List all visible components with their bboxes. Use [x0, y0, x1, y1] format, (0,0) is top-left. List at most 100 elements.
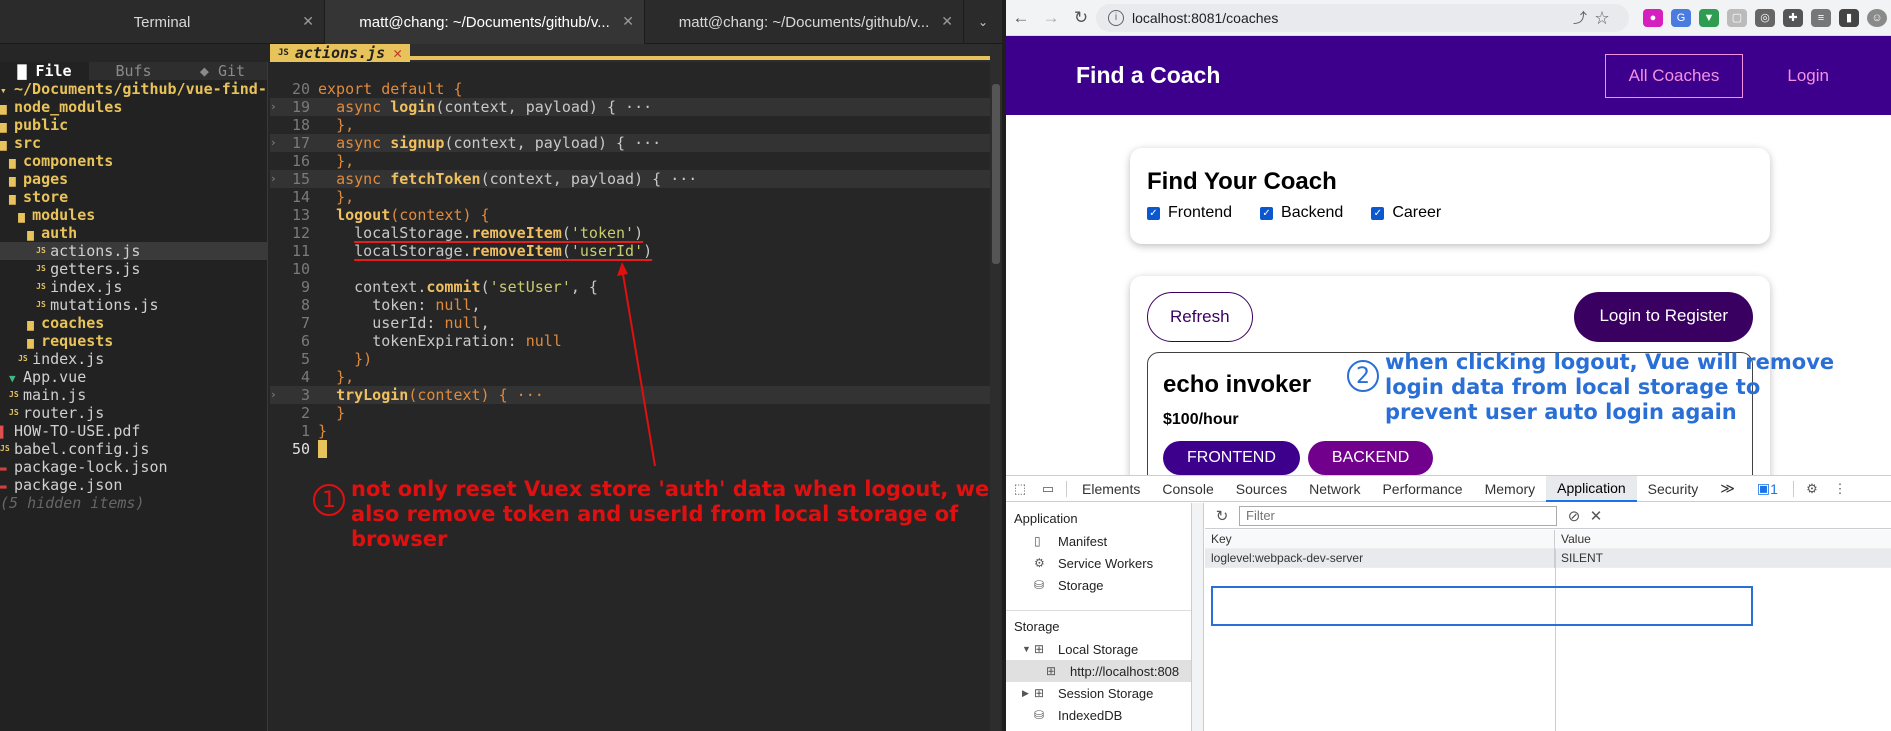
- device-toggle-icon[interactable]: ▭: [1034, 481, 1062, 497]
- sidebar-item-indexeddb[interactable]: ⛁ IndexedDB: [1006, 704, 1191, 726]
- tree-file[interactable]: ▬ package-lock.json: [0, 458, 267, 476]
- sidebar-item-session-storage[interactable]: ▶ ⊞ Session Storage: [1006, 682, 1191, 704]
- tree-folder[interactable]: ▆ store: [0, 188, 267, 206]
- extension-icon[interactable]: ▢: [1727, 8, 1747, 27]
- kebab-menu-icon[interactable]: ⋮: [1826, 481, 1854, 497]
- nav-all-coaches[interactable]: All Coaches: [1604, 53, 1744, 98]
- tree-file[interactable]: JS main.js: [0, 386, 267, 404]
- tab-application[interactable]: Application: [1546, 475, 1637, 502]
- close-icon[interactable]: ✕: [941, 13, 953, 30]
- editor-tab-actions[interactable]: JS actions.js ✕: [270, 44, 411, 62]
- sidebar-item-service-workers[interactable]: ⚙ Service Workers: [1006, 552, 1191, 574]
- nav-login[interactable]: Login: [1763, 54, 1853, 98]
- terminal-tab-3[interactable]: matt@chang: ~/Documents/github/v... ✕: [645, 0, 964, 44]
- tree-folder[interactable]: ▆ requests: [0, 332, 267, 350]
- close-icon[interactable]: ✕: [302, 13, 314, 30]
- tab-git[interactable]: ◆ Git: [178, 62, 267, 80]
- close-icon[interactable]: ✕: [622, 13, 634, 30]
- tree-folder[interactable]: ▆ components: [0, 152, 267, 170]
- line-number: 2: [300, 404, 310, 422]
- tab-security[interactable]: Security: [1637, 476, 1710, 502]
- tree-folder[interactable]: ▆ coaches: [0, 314, 267, 332]
- filter-career[interactable]: ✓ Career: [1371, 204, 1441, 222]
- tab-sources[interactable]: Sources: [1225, 476, 1298, 502]
- editor-scrollbar[interactable]: [990, 44, 1002, 731]
- tab-memory[interactable]: Memory: [1474, 476, 1547, 502]
- sidebar-item-localhost[interactable]: ⊞ http://localhost:808: [1006, 660, 1191, 682]
- reload-icon[interactable]: ↻: [1066, 8, 1096, 28]
- inspect-icon[interactable]: ⬚: [1006, 481, 1034, 497]
- checkbox-checked-icon[interactable]: ✓: [1260, 206, 1274, 220]
- fold-icon[interactable]: ›: [270, 386, 278, 404]
- checkbox-checked-icon[interactable]: ✓: [1371, 206, 1385, 220]
- fold-icon[interactable]: ›: [270, 98, 278, 116]
- address-bar[interactable]: i localhost:8081/coaches ⤴☆: [1096, 3, 1629, 32]
- vue-devtools-icon[interactable]: ▼: [1699, 8, 1719, 27]
- forward-icon[interactable]: →: [1036, 8, 1066, 28]
- share-star-icons[interactable]: ⤴☆: [1573, 8, 1617, 28]
- tree-file[interactable]: JS index.js: [0, 350, 267, 368]
- extension-icon[interactable]: ●: [1643, 8, 1663, 27]
- column-value[interactable]: Value: [1555, 532, 1591, 546]
- clear-all-icon[interactable]: ⊘: [1563, 507, 1585, 525]
- gear-icon[interactable]: ⚙: [1798, 481, 1826, 497]
- terminal-tab-2[interactable]: matt@chang: ~/Documents/github/v... ✕: [325, 0, 645, 44]
- chevron-down-icon[interactable]: ⌄: [964, 0, 1002, 43]
- tree-folder[interactable]: ▆ public: [0, 116, 267, 134]
- avatar[interactable]: ☺: [1867, 8, 1887, 27]
- filter-backend[interactable]: ✓ Backend: [1260, 204, 1343, 222]
- tree-file[interactable]: JS babel.config.js: [0, 440, 267, 458]
- sidepanel-icon[interactable]: ▮: [1839, 8, 1859, 27]
- tab-elements[interactable]: Elements: [1071, 476, 1151, 502]
- tree-folder[interactable]: ▆ auth: [0, 224, 267, 242]
- tree-file[interactable]: JS getters.js: [0, 260, 267, 278]
- tab-bufs[interactable]: Bufs: [89, 62, 178, 80]
- puzzle-icon[interactable]: ✚: [1783, 8, 1803, 27]
- tab-file[interactable]: ▇ File: [0, 62, 89, 80]
- tree-file[interactable]: JS router.js: [0, 404, 267, 422]
- fold-icon[interactable]: ›: [270, 170, 278, 188]
- panel-splitter[interactable]: [1192, 503, 1204, 731]
- translate-icon[interactable]: G: [1671, 8, 1691, 27]
- tree-folder[interactable]: ▆ modules: [0, 206, 267, 224]
- filter-frontend[interactable]: ✓ Frontend: [1147, 204, 1232, 222]
- collapsed-triangle-icon[interactable]: ▶: [1022, 688, 1032, 699]
- tab-performance[interactable]: Performance: [1371, 476, 1473, 502]
- fold-icon[interactable]: ›: [270, 134, 278, 152]
- filter-input[interactable]: [1239, 505, 1557, 526]
- expanded-triangle-icon[interactable]: ▼: [1022, 644, 1032, 654]
- back-icon[interactable]: ←: [1006, 8, 1036, 28]
- login-to-register-button[interactable]: Login to Register: [1574, 292, 1753, 342]
- column-key[interactable]: Key: [1205, 529, 1555, 549]
- terminal-tab-1[interactable]: Terminal ✕: [0, 0, 325, 44]
- tree-file[interactable]: JS mutations.js: [0, 296, 267, 314]
- sidebar-item-manifest[interactable]: ▯ Manifest: [1006, 530, 1191, 552]
- tree-file[interactable]: ▌ HOW-TO-USE.pdf: [0, 422, 267, 440]
- scrollbar-thumb[interactable]: [992, 84, 1000, 264]
- app-brand[interactable]: Find a Coach: [1076, 62, 1220, 89]
- tab-network[interactable]: Network: [1298, 476, 1371, 502]
- tree-file[interactable]: ▬ package.json: [0, 476, 267, 494]
- info-icon[interactable]: i: [1108, 9, 1124, 26]
- checkbox-checked-icon[interactable]: ✓: [1147, 206, 1160, 220]
- issues-badge[interactable]: ▣ 1: [1746, 476, 1789, 502]
- refresh-icon[interactable]: ↻: [1211, 507, 1233, 525]
- media-icon[interactable]: ≡: [1811, 8, 1831, 27]
- close-icon[interactable]: ✕: [393, 44, 402, 62]
- code-editor[interactable]: JS actions.js ✕ 20 export default { › 19 a…: [270, 44, 1002, 731]
- tree-file[interactable]: ▼ App.vue: [0, 368, 267, 386]
- refresh-button[interactable]: Refresh: [1147, 292, 1253, 342]
- tree-folder[interactable]: ▆ pages: [0, 170, 267, 188]
- tree-file[interactable]: JS index.js: [0, 278, 267, 296]
- delete-selected-icon[interactable]: ✕: [1585, 507, 1607, 525]
- tree-folder[interactable]: ▆ src: [0, 134, 267, 152]
- tree-folder[interactable]: ▆ node_modules: [0, 98, 267, 116]
- tree-root[interactable]: ▾ ~/Documents/github/vue-find-: [0, 80, 267, 98]
- extension-icon[interactable]: ◎: [1755, 8, 1775, 27]
- more-tabs-icon[interactable]: ≫: [1709, 476, 1746, 502]
- tab-console[interactable]: Console: [1151, 476, 1224, 502]
- sidebar-item-storage[interactable]: ⛁ Storage: [1006, 574, 1191, 596]
- tree-file-selected[interactable]: JS actions.js: [0, 242, 267, 260]
- sidebar-item-local-storage[interactable]: ▼ ⊞ Local Storage: [1006, 638, 1191, 660]
- table-row[interactable]: loglevel:webpack-dev-server SILENT: [1205, 548, 1891, 568]
